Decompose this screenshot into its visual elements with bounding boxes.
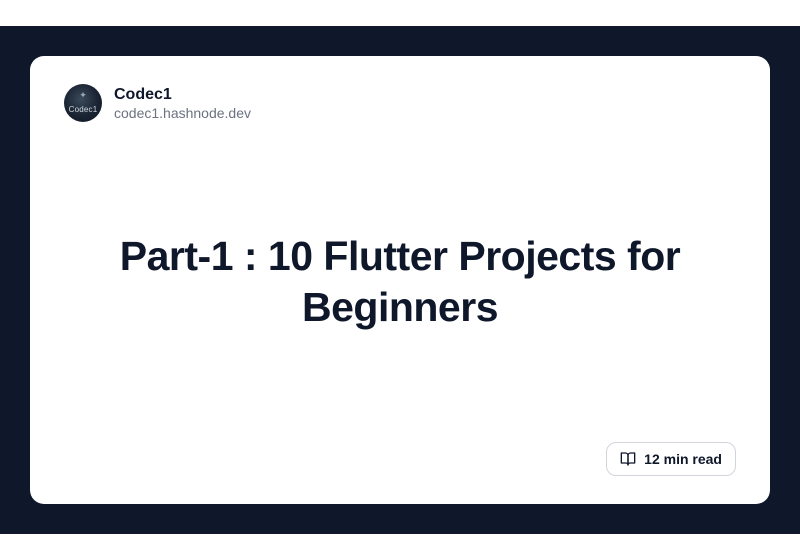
author-name: Codec1 xyxy=(114,85,251,104)
content-card: ✦ Codec1 Codec1 codec1.hashnode.dev Part… xyxy=(30,56,770,504)
avatar-glyph-icon: ✦ xyxy=(79,90,87,101)
author-domain: codec1.hashnode.dev xyxy=(114,105,251,121)
title-container: Part-1 : 10 Flutter Projects for Beginne… xyxy=(64,122,736,442)
avatar: ✦ Codec1 xyxy=(64,84,102,122)
avatar-text: Codec1 xyxy=(69,105,98,114)
author-info: Codec1 codec1.hashnode.dev xyxy=(114,85,251,121)
outer-frame: ✦ Codec1 Codec1 codec1.hashnode.dev Part… xyxy=(0,26,800,534)
read-time-text: 12 min read xyxy=(644,451,722,467)
post-title: Part-1 : 10 Flutter Projects for Beginne… xyxy=(72,231,728,334)
read-time-badge: 12 min read xyxy=(606,442,736,476)
card-header: ✦ Codec1 Codec1 codec1.hashnode.dev xyxy=(64,84,736,122)
card-footer: 12 min read xyxy=(64,442,736,476)
book-icon xyxy=(620,451,636,467)
